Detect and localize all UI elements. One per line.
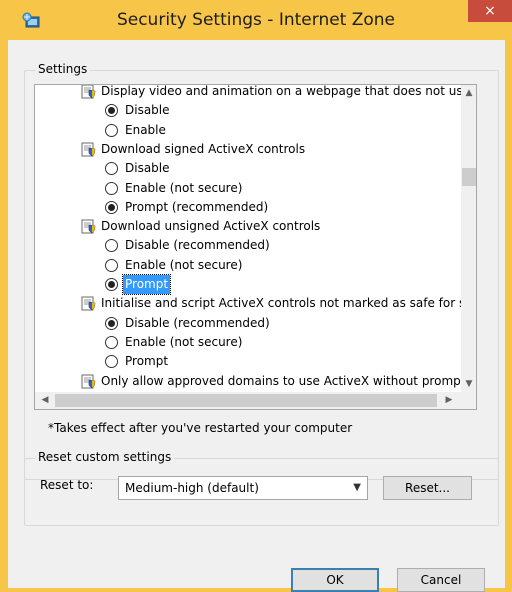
scrollbar-corner (461, 392, 476, 409)
setting-option-label[interactable]: Enable (125, 121, 166, 140)
setting-option-label[interactable]: Prompt (121, 274, 172, 295)
title-bar[interactable]: Security Settings - Internet Zone × (0, 0, 512, 40)
security-shield-icon (81, 219, 96, 234)
setting-option-label[interactable]: Prompt (125, 352, 168, 371)
reset-group-label: Reset custom settings (35, 450, 175, 464)
setting-option-label[interactable]: Disable (125, 159, 170, 178)
close-button[interactable]: × (468, 0, 512, 22)
chevron-down-icon: ▼ (353, 482, 361, 493)
radio-button[interactable] (105, 123, 118, 137)
scroll-right-arrow-icon[interactable]: ▶ (441, 392, 457, 408)
setting-category-label: Download signed ActiveX controls (101, 141, 306, 156)
scroll-down-arrow-icon[interactable]: ▼ (461, 376, 476, 392)
setting-option-label[interactable]: Disable (125, 101, 170, 120)
reset-level-dropdown[interactable]: Medium-high (default) ▼ (118, 476, 368, 500)
security-settings-window: Security Settings - Internet Zone × Sett… (0, 0, 512, 592)
setting-category-label: Display video and animation on a webpage… (101, 85, 461, 98)
radio-button[interactable] (105, 316, 118, 330)
settings-tree-list[interactable]: Display video and animation on a webpage… (34, 84, 477, 410)
security-shield-icon (81, 142, 96, 157)
window-title: Security Settings - Internet Zone (116, 10, 396, 30)
ok-button[interactable]: OK (291, 568, 379, 592)
radio-button[interactable] (105, 181, 118, 195)
radio-button[interactable] (105, 355, 118, 369)
setting-category-label: Only allow approved domains to use Activ… (101, 373, 461, 388)
setting-option-label[interactable]: Disable (recommended) (125, 314, 270, 333)
radio-button[interactable] (105, 278, 118, 291)
radio-button[interactable] (105, 335, 118, 349)
reset-level-value: Medium-high (default) (125, 481, 259, 495)
horizontal-scrollbar[interactable]: ◀ ▶ (35, 392, 461, 409)
reset-button[interactable]: Reset... (383, 476, 472, 500)
settings-items: Display video and animation on a webpage… (35, 85, 461, 392)
settings-group-label: Settings (35, 62, 91, 76)
radio-button[interactable] (105, 258, 118, 272)
scroll-up-arrow-icon[interactable]: ▲ (461, 85, 476, 101)
setting-option-label[interactable]: Disable (recommended) (125, 236, 270, 255)
reset-to-label: Reset to: (40, 478, 94, 492)
security-shield-icon (81, 296, 96, 311)
security-shield-icon (81, 374, 96, 389)
scroll-left-arrow-icon[interactable]: ◀ (37, 392, 53, 408)
setting-category-label: Download unsigned ActiveX controls (101, 219, 321, 234)
radio-button[interactable] (105, 200, 118, 214)
security-shield-icon (81, 85, 96, 99)
vertical-scrollbar[interactable]: ▲ ▼ (461, 85, 476, 392)
horizontal-scroll-thumb[interactable] (55, 394, 437, 407)
setting-option-label[interactable]: Enable (not secure) (125, 179, 242, 198)
restart-note: *Takes effect after you've restarted you… (48, 421, 353, 435)
vertical-scroll-thumb[interactable] (462, 168, 476, 186)
radio-button[interactable] (105, 239, 118, 253)
cancel-button[interactable]: Cancel (397, 568, 485, 592)
setting-option-label[interactable]: Enable (not secure) (125, 333, 242, 352)
setting-option-label[interactable]: Enable (not secure) (125, 256, 242, 275)
radio-button[interactable] (105, 162, 118, 176)
setting-category-label: Initialise and script ActiveX controls n… (101, 296, 461, 311)
setting-option-label[interactable]: Prompt (recommended) (125, 198, 268, 217)
radio-button[interactable] (105, 104, 118, 118)
dialog-body: Settings Display video and animation on … (8, 40, 505, 592)
